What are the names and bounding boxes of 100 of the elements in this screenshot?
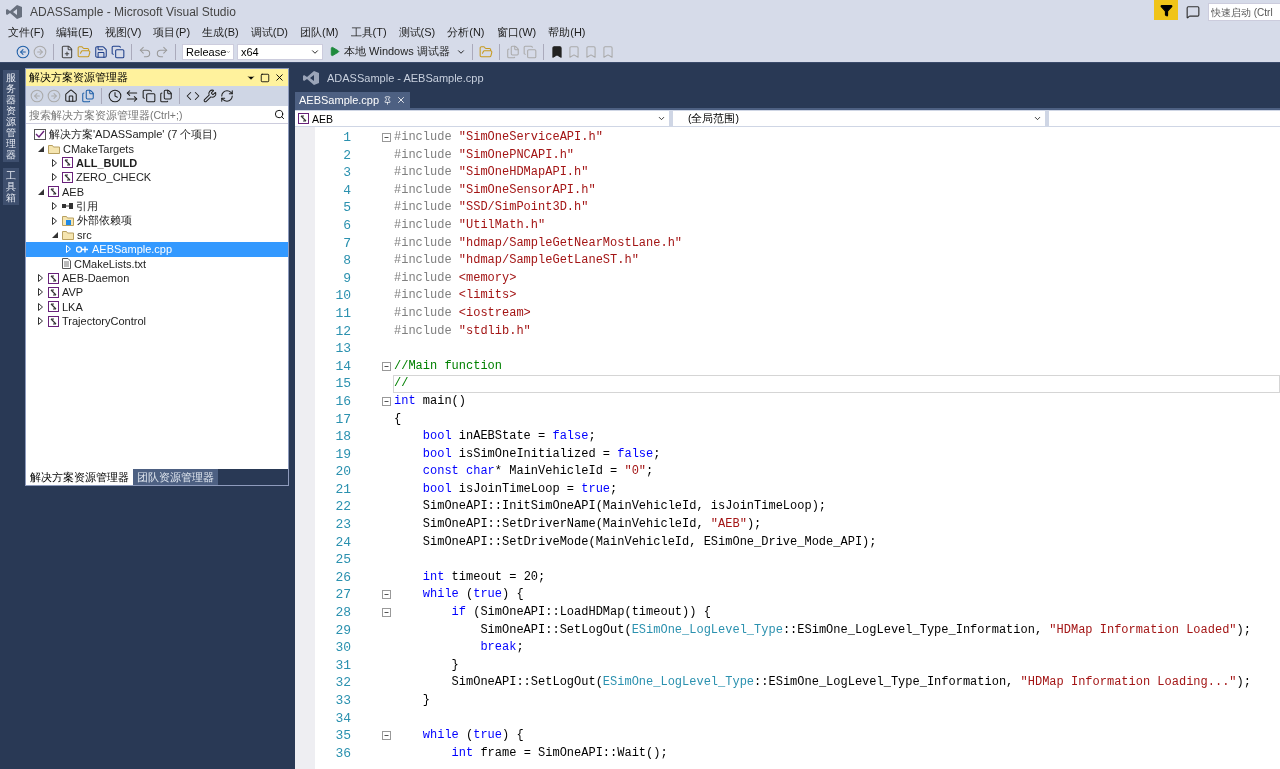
play-icon [329,46,340,57]
expander-icon[interactable] [52,216,57,225]
back-icon[interactable] [16,44,30,59]
fold-marker-icon[interactable] [381,608,391,618]
search-icon[interactable] [274,109,285,120]
tree-item[interactable]: CMakeTargets [26,141,288,156]
code-icon[interactable] [186,89,200,103]
code-line: SimOneAPI::SetLogOut(ESimOne_LogLevel_Type::ESimOne_LogLevel_Type_Information, "HDMap Information Loaded"); [479,621,1252,639]
fold-marker-icon[interactable] [381,590,391,600]
expander-icon[interactable] [38,302,43,311]
tree-item[interactable]: LKA [26,299,288,315]
code-line: SimOneAPI::InitSimOneAPI(MainVehicleId, isJoinTimeLoop); [421,498,828,516]
menu-item[interactable]: 窗口(W) [490,25,543,40]
tree-item[interactable]: CMakeLists.txt [26,256,288,271]
chat-icon[interactable] [1186,5,1200,19]
tree-item[interactable]: src [26,227,288,243]
line-number: 26 [334,568,351,587]
expander-icon[interactable] [38,317,43,326]
menu-item[interactable]: 工具(T) [344,25,393,40]
expander-icon[interactable] [37,188,44,195]
sync-icon[interactable] [125,89,139,103]
menu-item[interactable]: 文件(F) [2,25,51,40]
refresh-icon[interactable] [220,89,234,103]
panel-tab[interactable]: 团队资源管理器 [133,469,218,485]
expander-icon[interactable] [37,145,44,152]
folder-icon [48,143,60,154]
menu-item[interactable]: 分析(N) [441,25,491,40]
line-number: 25 [334,551,351,569]
menu-item[interactable]: 测试(S) [392,25,442,40]
quick-launch-field[interactable]: 快速启动 (Ctrl [1208,3,1280,21]
switch-views-icon[interactable] [81,89,95,103]
project-icon [48,287,59,298]
window-title: ADASSample - Microsoft Visual Studio [30,5,236,19]
tree-item[interactable]: 外部依赖项 [26,213,288,228]
fold-marker-icon[interactable] [381,133,391,142]
menu-item[interactable]: 调试(D) [244,25,294,40]
code-line: bool inAEBState = false; [421,428,597,446]
menu-item[interactable]: 帮助(H) [542,25,592,40]
expander-icon[interactable] [51,231,58,238]
line-number: 14 [334,357,351,376]
maximize-icon[interactable] [260,72,270,83]
tree-item[interactable]: 引用 [26,198,288,214]
menu-item[interactable]: 生成(B) [196,25,245,40]
expander-icon[interactable] [52,173,57,182]
pin-icon[interactable] [383,95,393,105]
line-number: 24 [334,533,351,552]
menu-item[interactable]: 项目(P) [147,25,197,40]
side-tab[interactable]: 工具箱 [3,168,19,205]
save-icon[interactable] [94,44,108,59]
fold-marker-icon[interactable] [381,396,391,406]
menu-item[interactable]: 编辑(E) [50,25,99,40]
code-line: #include <limits> [393,287,518,305]
code-line: #include "stdlib.h" [393,322,532,340]
menu-item[interactable]: 团队(M) [294,25,345,40]
folder-icon [62,229,74,240]
expander-icon[interactable] [38,274,43,283]
code-line: #include "hdmap/SampleGetLaneST.h" [393,252,640,270]
show-all-files-icon[interactable] [159,89,173,103]
project-icon [62,157,73,169]
fold-marker-icon[interactable] [381,361,391,371]
project-icon [48,315,59,327]
expander-icon[interactable] [52,158,57,167]
line-number: 28 [334,604,351,622]
menu-item[interactable]: 视图(V) [98,25,148,40]
expander-icon[interactable] [38,288,43,297]
line-number: 32 [334,674,351,692]
properties-icon[interactable] [203,89,217,103]
save-all-icon[interactable] [111,44,125,59]
document-tab[interactable]: AEBSample.cpp [295,92,411,108]
tree-item[interactable]: ALL_BUILD [26,155,288,171]
project-icon [298,113,309,124]
scope-dropdown[interactable]: (全局范围) [673,111,1045,126]
tree-item[interactable]: AVP [26,285,288,300]
line-number: 22 [334,498,351,517]
code-line: #include "SimOnePNCAPI.h" [393,146,576,164]
expander-icon[interactable] [52,202,57,211]
tree-item[interactable]: TrajectoryControl [26,314,288,329]
tree-item[interactable]: AEB-Daemon [26,270,288,286]
tree-item[interactable]: 解决方案'ADASSample' (7 个项目) [26,127,288,142]
project-icon [48,272,59,284]
project-dropdown[interactable]: AEB [295,111,669,126]
panel-tab[interactable]: 解决方案资源管理器 [26,469,133,485]
platform-dropdown[interactable]: x64 [237,43,323,60]
code-line: } [421,692,431,709]
home-icon[interactable] [64,89,78,103]
close-icon[interactable] [274,72,285,83]
line-number: 17 [334,410,351,429]
side-tab[interactable]: 服务器资源管理器 [3,70,19,162]
new-file-icon[interactable] [60,44,74,59]
filter-button[interactable] [1154,0,1178,20]
code-line: SimOneAPI::SetDriverName(MainVehicleId, "AEB"); [421,516,763,534]
clock-icon[interactable] [108,89,122,103]
start-debugging-button[interactable]: 本地 Windows 调试器 [326,42,453,61]
tree-item[interactable]: AEB [26,184,288,199]
fold-marker-icon[interactable] [381,731,391,741]
tree-item[interactable]: ZERO_CHECK [26,170,288,185]
code-line: while (true) { [421,727,525,745]
bookmark-icon[interactable] [549,44,564,59]
line-number: 31 [334,656,351,675]
configuration-dropdown[interactable]: Release [182,43,234,60]
